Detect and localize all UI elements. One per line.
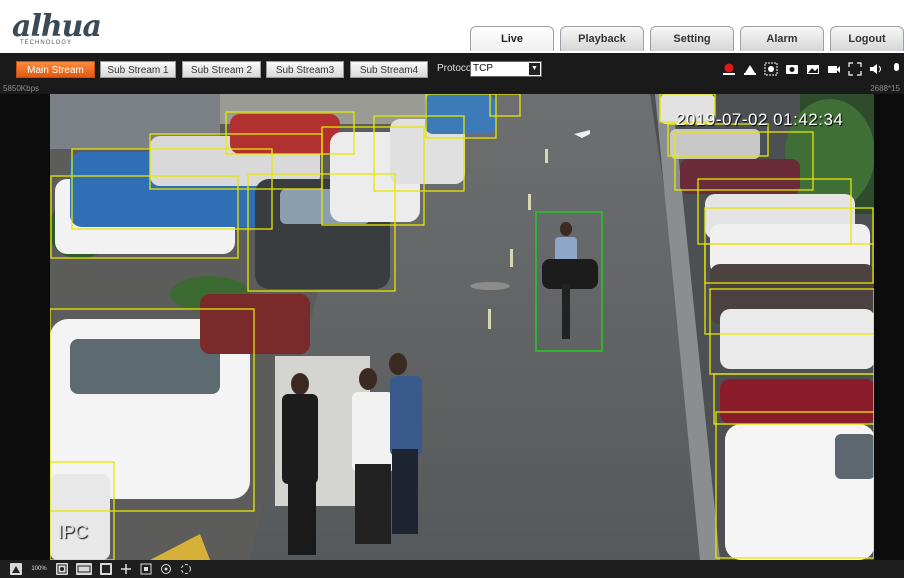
original-size-icon[interactable] [10, 563, 22, 575]
tab-logout[interactable]: Logout [830, 26, 904, 51]
protocol-select[interactable]: TCP ▼ [470, 61, 542, 77]
stream-info-bar: 5850Kbps 2688*15 [0, 83, 904, 94]
window-icon[interactable] [100, 563, 112, 575]
logo-text: alhua [12, 9, 102, 44]
live-view-app: alhua TECHNOLOGY Live Playback Setting A… [0, 0, 904, 578]
camera-icon[interactable] [785, 62, 799, 76]
talk-icon[interactable] [890, 62, 904, 76]
main-stream-button[interactable]: Main Stream [16, 61, 95, 78]
live-video-feed[interactable]: 2019-07-02 01:42:34 IPC [0, 94, 904, 560]
fullscreen-icon[interactable] [848, 62, 862, 76]
video-frame [0, 94, 904, 560]
chevron-down-icon: ▼ [529, 63, 540, 75]
tab-live[interactable]: Live [470, 26, 554, 51]
osd-timestamp: 2019-07-02 01:42:34 [676, 110, 844, 129]
focus-icon[interactable] [160, 563, 172, 575]
sub-stream-2-button[interactable]: Sub Stream 2 [182, 61, 261, 78]
audio-icon[interactable] [869, 62, 883, 76]
brand-logo: alhua TECHNOLOGY [12, 9, 102, 48]
sync-icon[interactable] [180, 563, 192, 575]
protocol-label: Protocol [437, 63, 474, 74]
snapshot-icon[interactable] [743, 62, 757, 76]
header: alhua TECHNOLOGY Live Playback Setting A… [0, 0, 904, 53]
video-icon[interactable] [827, 62, 841, 76]
zoom-icon[interactable] [140, 563, 152, 575]
fit-icon[interactable] [56, 563, 68, 575]
ratio-icon[interactable] [76, 563, 92, 575]
view-tools [715, 60, 904, 78]
photo-icon[interactable] [806, 62, 820, 76]
tab-playback[interactable]: Playback [560, 26, 644, 51]
sub-stream-1-button[interactable]: Sub Stream 1 [100, 61, 176, 78]
osd-channel-name: IPC [58, 522, 89, 542]
protocol-value: TCP [473, 63, 493, 74]
nav-tabs: Live Playback Setting Alarm Logout [464, 26, 904, 52]
ptz-icon[interactable] [120, 563, 132, 575]
settings-icon[interactable] [764, 62, 778, 76]
tab-setting[interactable]: Setting [650, 26, 734, 51]
resolution-readout: 2688*15 [870, 84, 900, 93]
bitrate-readout: 5850Kbps [3, 84, 40, 93]
stream-toolbar: Main Stream Sub Stream 1 Sub Stream 2 Su… [0, 53, 904, 83]
sub-stream-3-button[interactable]: Sub Stream3 [266, 61, 344, 78]
sub-stream-4-button[interactable]: Sub Stream4 [350, 61, 428, 78]
zoom-level-label[interactable]: 100% [30, 563, 48, 575]
bottom-toolbar: 100% [0, 560, 904, 578]
record-icon[interactable] [722, 62, 736, 76]
tab-alarm[interactable]: Alarm [740, 26, 824, 51]
